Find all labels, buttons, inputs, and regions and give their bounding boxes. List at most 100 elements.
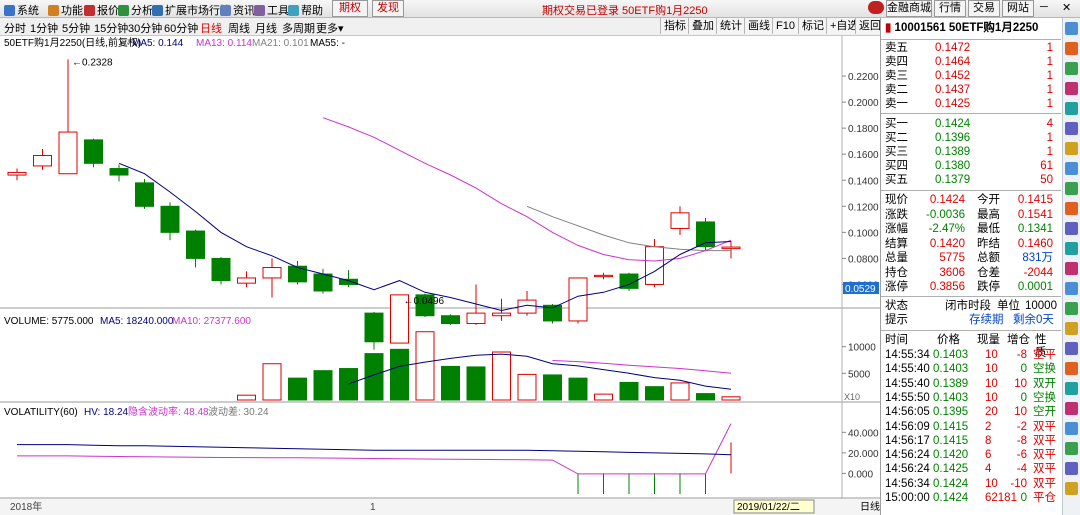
strip-icon-5[interactable] xyxy=(1065,102,1078,115)
stat-label: 涨幅 xyxy=(885,223,908,235)
mark-button[interactable]: 标记 xyxy=(798,18,827,34)
strip-icon-22[interactable] xyxy=(1065,442,1078,455)
status-label: 状态 xyxy=(885,300,908,312)
quote-sep-4 xyxy=(881,296,1061,297)
menu-tools-label: 工具 xyxy=(267,5,289,17)
period-15min[interactable]: 15分钟 xyxy=(94,20,128,36)
tick-oi: -8 xyxy=(1016,349,1027,361)
period-weekly[interactable]: 周线 xyxy=(228,20,250,36)
period-fenshi[interactable]: 分时 xyxy=(4,20,26,36)
candle-body xyxy=(288,265,307,283)
stat-row: 涨跌 -0.0036 最高 0.1541 xyxy=(885,209,1057,222)
strip-icon-18[interactable] xyxy=(1065,362,1078,375)
strip-icon-1[interactable] xyxy=(1065,22,1078,35)
strip-icon-21[interactable] xyxy=(1065,422,1078,435)
low-annotation: ←0.0496 xyxy=(404,296,445,307)
strip-icon-4[interactable] xyxy=(1065,82,1078,95)
strip-icon-10[interactable] xyxy=(1065,202,1078,215)
period-30min[interactable]: 30分钟 xyxy=(128,20,162,36)
strip-icon-13[interactable] xyxy=(1065,262,1078,275)
period-multi[interactable]: 多周期 xyxy=(282,20,315,36)
tick-nature: 双平 xyxy=(1033,463,1056,476)
tick-nature: 双平 xyxy=(1033,434,1056,447)
strip-icon-19[interactable] xyxy=(1065,382,1078,395)
menu-tools[interactable]: 工具 xyxy=(254,2,289,18)
strip-icon-2[interactable] xyxy=(1065,42,1078,55)
strip-icon-20[interactable] xyxy=(1065,402,1078,415)
last-price-tag-label: 0.0529 xyxy=(845,284,876,295)
tick-price: 0.1415 xyxy=(933,434,969,447)
tick-row: 14:55:34 0.1403 10 -8 空平 xyxy=(885,349,1057,362)
close-icon[interactable]: ✕ xyxy=(1062,1,1071,14)
overlay-button[interactable]: 叠加 xyxy=(688,18,717,34)
candle-body xyxy=(33,155,52,167)
stats-button[interactable]: 统计 xyxy=(716,18,745,34)
period-5min[interactable]: 5分钟 xyxy=(62,20,90,36)
mall-button[interactable]: 金融商城 xyxy=(886,0,932,17)
f10-button[interactable]: F10 xyxy=(772,18,798,34)
volume-bar xyxy=(288,377,307,401)
tick-price: 0.1415 xyxy=(933,420,969,433)
menu-quote[interactable]: 报价 xyxy=(84,2,119,18)
period-more[interactable]: 更多▾ xyxy=(316,20,344,36)
ask-vol: 1 xyxy=(1046,70,1053,82)
website-button[interactable]: 网站 xyxy=(1002,0,1034,17)
strip-icon-15[interactable] xyxy=(1065,302,1078,315)
tick-nature: 空开 xyxy=(1033,406,1056,419)
chart-area[interactable]: 50ETF购1月2250(日线,前复权) ▽ MA5: 0.144 MA13: … xyxy=(0,36,880,515)
strip-icon-16[interactable] xyxy=(1065,322,1078,335)
strip-icon-23[interactable] xyxy=(1065,462,1078,475)
news-icon xyxy=(220,5,231,16)
volume-bar xyxy=(568,377,588,401)
period-monthly[interactable]: 月线 xyxy=(255,20,277,36)
candle-body xyxy=(7,171,27,176)
quote-panel: ▮ 10001561 50ETF购1月2250 卖五 0.1472 1 卖四 0.146… xyxy=(880,18,1061,515)
stat-label-2: 仓差 xyxy=(977,266,1000,279)
kline-dropdown-icon[interactable]: ▽ xyxy=(122,38,130,49)
xaxis-period-label: 日线 xyxy=(860,500,880,513)
menu-news[interactable]: 资讯 xyxy=(220,2,255,18)
stat-label: 持仓 xyxy=(885,266,908,279)
trade-button[interactable]: 交易 xyxy=(968,0,1000,17)
strip-icon-24[interactable] xyxy=(1065,482,1078,495)
menu-function[interactable]: 功能 xyxy=(48,2,83,18)
discover-tag[interactable]: 发现 xyxy=(372,0,404,17)
tick-time: 14:55:40 xyxy=(885,377,930,390)
candle-body xyxy=(670,212,690,229)
price-ytick-label: 0.1000 xyxy=(848,228,879,239)
menu-system[interactable]: 系统 xyxy=(4,2,39,18)
tick-price: 0.1424 xyxy=(933,492,969,504)
strip-icon-11[interactable] xyxy=(1065,222,1078,235)
strip-icon-3[interactable] xyxy=(1065,62,1078,75)
candle-body xyxy=(594,274,613,278)
strip-icon-14[interactable] xyxy=(1065,282,1078,295)
volume-bar xyxy=(721,396,741,401)
stat-row: 涨停 0.3856 跌停 0.0001 xyxy=(885,281,1057,294)
menu-help[interactable]: 帮助 xyxy=(288,2,323,18)
tick-vol: 2 xyxy=(985,420,992,433)
strip-icon-12[interactable] xyxy=(1065,242,1078,255)
draw-button[interactable]: 画线 xyxy=(744,18,773,34)
strip-icon-8[interactable] xyxy=(1065,162,1078,175)
strip-icon-6[interactable] xyxy=(1065,122,1078,135)
strip-icon-7[interactable] xyxy=(1065,142,1078,155)
minimize-icon[interactable]: ─ xyxy=(1040,1,1048,13)
candle-body xyxy=(262,267,282,279)
volume-ma10-line xyxy=(552,360,732,374)
volume-bar xyxy=(543,374,562,401)
period-1min[interactable]: 1分钟 xyxy=(30,20,58,36)
options-tag[interactable]: 期权 xyxy=(332,0,368,17)
indicator-button[interactable]: 指标 xyxy=(660,18,689,34)
tick-oi: 10 xyxy=(1014,406,1027,419)
menu-analysis[interactable]: 分析 xyxy=(118,2,153,18)
quote-button[interactable]: 行情 xyxy=(934,0,966,17)
strip-icon-9[interactable] xyxy=(1065,182,1078,195)
candle-body xyxy=(466,312,486,325)
period-60min[interactable]: 60分钟 xyxy=(164,20,198,36)
strip-icon-17[interactable] xyxy=(1065,342,1078,355)
ma21-label: MA21: 0.101 xyxy=(252,38,309,49)
tick-price: 0.1420 xyxy=(933,449,969,462)
tick-price: 0.1424 xyxy=(933,477,969,490)
period-daily[interactable]: 日线 xyxy=(200,20,222,36)
analysis-icon xyxy=(118,5,129,16)
